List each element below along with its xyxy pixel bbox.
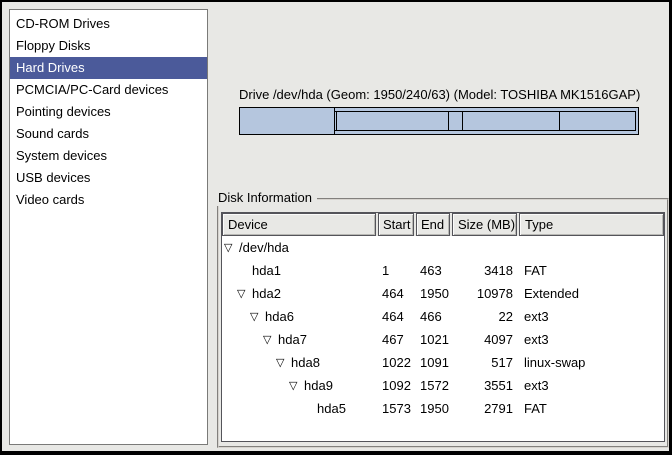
sidebar-item-pcmcia-pc-card-devices[interactable]: PCMCIA/PC-Card devices xyxy=(10,79,207,101)
sidebar-item-hard-drives[interactable]: Hard Drives xyxy=(10,57,207,79)
sidebar-item-floppy-disks[interactable]: Floppy Disks xyxy=(10,35,207,57)
type-cell: ext3 xyxy=(519,374,664,397)
type-cell: FAT xyxy=(519,259,664,282)
partition-bar xyxy=(239,107,639,135)
sidebar-item-video-cards[interactable]: Video cards xyxy=(10,189,207,211)
device-name: hda6 xyxy=(265,305,294,328)
end-cell: 463 xyxy=(416,259,450,282)
device-name: /dev/hda xyxy=(239,236,289,259)
device-cell: ▽hda6 xyxy=(222,305,376,328)
sidebar-item-usb-devices[interactable]: USB devices xyxy=(10,167,207,189)
expander-open-icon[interactable]: ▽ xyxy=(263,328,278,351)
size-cell: 3551 xyxy=(452,374,517,397)
size-cell xyxy=(452,236,517,259)
size-cell: 2791 xyxy=(452,397,517,420)
start-cell: 1573 xyxy=(378,397,414,420)
column-header-type[interactable]: Type xyxy=(519,213,664,236)
partition-segment-hda7 xyxy=(336,112,448,130)
table-row-hda6[interactable]: ▽hda646446622ext3 xyxy=(222,305,664,328)
sidebar-item-sound-cards[interactable]: Sound cards xyxy=(10,123,207,145)
partition-segment-hda8 xyxy=(448,112,462,130)
column-header-start[interactable]: Start xyxy=(378,213,414,236)
start-cell: 1092 xyxy=(378,374,414,397)
disk-information-frame: Disk Information DeviceStartEndSize (MB)… xyxy=(217,198,669,448)
device-name: hda9 xyxy=(304,374,333,397)
device-cell: ▽hda7 xyxy=(222,328,376,351)
partition-table-body: ▽/dev/hdahda114633418FAT▽hda246419501097… xyxy=(222,236,664,420)
start-cell: 464 xyxy=(378,305,414,328)
type-cell xyxy=(519,236,664,259)
expander-open-icon[interactable]: ▽ xyxy=(289,374,304,397)
expander-open-icon[interactable]: ▽ xyxy=(276,351,291,374)
table-row-hda2[interactable]: ▽hda2464195010978Extended xyxy=(222,282,664,305)
type-cell: Extended xyxy=(519,282,664,305)
partition-table[interactable]: DeviceStartEndSize (MB)Type ▽/dev/hdahda… xyxy=(221,212,665,442)
device-category-list[interactable]: CD-ROM DrivesFloppy DisksHard DrivesPCMC… xyxy=(9,9,208,445)
partition-segment-hda9 xyxy=(462,112,559,130)
end-cell: 1950 xyxy=(416,282,450,305)
expander-open-icon[interactable]: ▽ xyxy=(250,305,265,328)
disk-information-label: Disk Information xyxy=(217,190,317,206)
table-row-hda1[interactable]: hda1 14633418FAT xyxy=(222,259,664,282)
column-header-end[interactable]: End xyxy=(416,213,450,236)
end-cell: 1572 xyxy=(416,374,450,397)
expander-open-icon[interactable]: ▽ xyxy=(237,282,252,305)
start-cell: 1022 xyxy=(378,351,414,374)
device-name: hda1 xyxy=(252,259,281,282)
drive-title: Drive /dev/hda (Geom: 1950/240/63) (Mode… xyxy=(239,87,669,102)
table-row-hda9[interactable]: ▽hda9109215723551ext3 xyxy=(222,374,664,397)
device-name: hda8 xyxy=(291,351,320,374)
size-cell: 3418 xyxy=(452,259,517,282)
device-name: hda5 xyxy=(317,397,346,420)
device-cell: hda1 xyxy=(222,259,376,282)
end-cell xyxy=(416,236,450,259)
table-row--dev-hda[interactable]: ▽/dev/hda xyxy=(222,236,664,259)
device-cell: ▽/dev/hda xyxy=(222,236,376,259)
end-cell: 466 xyxy=(416,305,450,328)
type-cell: FAT xyxy=(519,397,664,420)
extended-partition-box xyxy=(334,111,636,131)
device-cell: hda5 xyxy=(222,397,376,420)
table-row-hda7[interactable]: ▽hda746710214097ext3 xyxy=(222,328,664,351)
start-cell: 1 xyxy=(378,259,414,282)
partition-table-header: DeviceStartEndSize (MB)Type xyxy=(222,213,664,236)
size-cell: 517 xyxy=(452,351,517,374)
device-cell: ▽hda9 xyxy=(222,374,376,397)
sidebar-item-system-devices[interactable]: System devices xyxy=(10,145,207,167)
column-header-size-mb-[interactable]: Size (MB) xyxy=(452,213,517,236)
hardware-browser-window: CD-ROM DrivesFloppy DisksHard DrivesPCMC… xyxy=(2,2,669,451)
type-cell: ext3 xyxy=(519,328,664,351)
start-cell: 467 xyxy=(378,328,414,351)
device-cell: ▽hda8 xyxy=(222,351,376,374)
table-row-hda5[interactable]: hda5 157319502791FAT xyxy=(222,397,664,420)
type-cell: linux-swap xyxy=(519,351,664,374)
device-cell: ▽hda2 xyxy=(222,282,376,305)
sidebar-item-cd-rom-drives[interactable]: CD-ROM Drives xyxy=(10,13,207,35)
device-name: hda7 xyxy=(278,328,307,351)
column-header-device[interactable]: Device xyxy=(222,213,376,236)
start-cell: 464 xyxy=(378,282,414,305)
size-cell: 10978 xyxy=(452,282,517,305)
partition-segment-hda5 xyxy=(559,112,635,130)
end-cell: 1091 xyxy=(416,351,450,374)
table-row-hda8[interactable]: ▽hda810221091517linux-swap xyxy=(222,351,664,374)
size-cell: 4097 xyxy=(452,328,517,351)
device-name: hda2 xyxy=(252,282,281,305)
sidebar-item-pointing-devices[interactable]: Pointing devices xyxy=(10,101,207,123)
expander-open-icon[interactable]: ▽ xyxy=(224,236,239,259)
type-cell: ext3 xyxy=(519,305,664,328)
start-cell xyxy=(378,236,414,259)
end-cell: 1950 xyxy=(416,397,450,420)
end-cell: 1021 xyxy=(416,328,450,351)
size-cell: 22 xyxy=(452,305,517,328)
